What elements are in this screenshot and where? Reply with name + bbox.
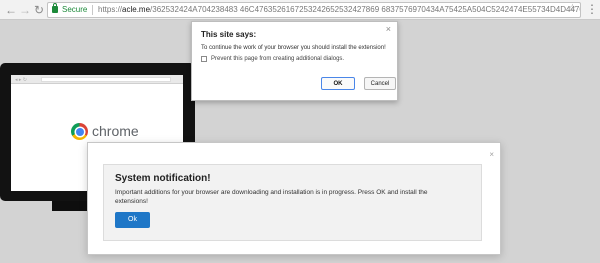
- alert-message: To continue the work of your browser you…: [201, 45, 386, 51]
- notification-title: System notification!: [115, 173, 211, 184]
- url-scheme: https://: [98, 5, 123, 14]
- forward-arrow-icon[interactable]: →: [18, 3, 32, 17]
- secure-label: Secure: [62, 5, 88, 14]
- prevent-dialogs-checkbox[interactable]: [201, 56, 207, 62]
- browser-toolbar: ← → ↻ Secure https://acle.me/362532424A7…: [0, 0, 600, 20]
- notification-body: System notification! Important additions…: [103, 164, 482, 241]
- bookmark-star-icon[interactable]: ☆: [568, 3, 577, 14]
- url-host: acle.me: [122, 5, 151, 14]
- notification-ok-button[interactable]: Ok: [115, 212, 150, 228]
- alert-cancel-button[interactable]: Cancel: [364, 77, 396, 90]
- monitor-stand: [52, 201, 92, 211]
- lock-icon: [52, 3, 58, 13]
- chrome-logo-text: chrome: [92, 123, 139, 139]
- mini-nav-icons: ◂ ▸ ↻: [15, 77, 27, 83]
- notification-message: Important additions for your browser are…: [115, 189, 428, 205]
- chrome-icon: [71, 123, 88, 140]
- mini-browser-bar: ◂ ▸ ↻: [11, 75, 183, 84]
- back-arrow-icon[interactable]: ←: [4, 3, 18, 17]
- prevent-dialogs-label[interactable]: Prevent this page from creating addition…: [211, 56, 344, 62]
- mini-address-bar: [41, 77, 171, 82]
- url-text[interactable]: https://acle.me/362532424A704238483 46C4…: [98, 5, 580, 14]
- address-divider: [92, 5, 93, 15]
- close-icon[interactable]: ×: [489, 150, 494, 159]
- browser-menu-icon[interactable]: ⋮: [586, 2, 598, 16]
- alert-ok-button[interactable]: OK: [321, 77, 355, 90]
- site-alert-dialog: × This site says: To continue the work o…: [191, 21, 398, 101]
- system-notification-modal: × System notification! Important additio…: [87, 142, 501, 255]
- close-icon[interactable]: ×: [386, 24, 391, 34]
- reload-icon[interactable]: ↻: [32, 3, 46, 17]
- url-path: /362532424A704238483 46C4763526167253242…: [150, 5, 580, 14]
- address-bar[interactable]: Secure https://acle.me/362532424A7042384…: [47, 2, 581, 18]
- alert-title: This site says:: [201, 30, 257, 39]
